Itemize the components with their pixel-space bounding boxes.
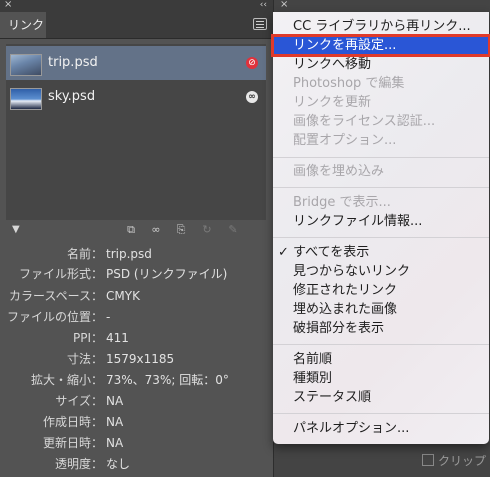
menu-item-show-damaged[interactable]: 破損部分を表示 bbox=[273, 319, 489, 338]
menu-item-edit-in-photoshop[interactable]: Photoshop で編集 bbox=[273, 74, 489, 93]
info-label: PPI： bbox=[72, 331, 103, 345]
menu-item-sort-by-name[interactable]: 名前順 bbox=[273, 350, 489, 369]
menu-item-embed-image[interactable]: 画像を埋め込み bbox=[273, 162, 489, 181]
info-row: 更新日時： NA bbox=[0, 433, 273, 453]
menu-item-reveal-in-bridge[interactable]: Bridge で表示... bbox=[273, 193, 489, 212]
panel-title-strip: × ‹‹ bbox=[0, 0, 273, 12]
relink-cc-library-icon[interactable]: ⧉ bbox=[124, 223, 138, 237]
menu-item-go-to-link[interactable]: リンクへ移動 bbox=[273, 55, 489, 74]
menu-item-relink-cc-library[interactable]: CC ライブラリから再リンク... bbox=[273, 17, 489, 36]
info-value: NA bbox=[106, 436, 124, 450]
info-label: 更新日時： bbox=[42, 436, 103, 450]
link-file-list: trip.psd ⊘ sky.psd ∞ bbox=[6, 44, 266, 220]
menu-separator bbox=[273, 344, 489, 345]
menu-item-update-link[interactable]: リンクを更新 bbox=[273, 93, 489, 112]
link-row-trip[interactable]: trip.psd ⊘ bbox=[6, 46, 266, 80]
info-row: ファイル形式： PSD (リンクファイル) bbox=[0, 264, 273, 284]
info-row: 作成日時： NA bbox=[0, 412, 273, 432]
info-row: サイズ： NA bbox=[0, 391, 273, 411]
tab-bar: リンク bbox=[0, 12, 273, 39]
info-value: NA bbox=[106, 394, 124, 408]
info-value: 73%、73%; 回転：0° bbox=[106, 373, 229, 387]
close-panel-icon[interactable]: × bbox=[4, 0, 12, 11]
tab-links[interactable]: リンク bbox=[0, 12, 46, 38]
info-label: カラースペース： bbox=[9, 289, 103, 303]
menu-item-panel-options[interactable]: パネルオプション... bbox=[273, 419, 489, 438]
menu-separator bbox=[273, 187, 489, 188]
clip-label: クリップ bbox=[438, 454, 487, 468]
menu-separator bbox=[273, 413, 489, 414]
checkmark-icon: ✓ bbox=[278, 245, 289, 260]
info-value: trip.psd bbox=[106, 247, 152, 261]
info-row: ファイルの位置： - bbox=[0, 307, 273, 327]
menu-item-placement-options[interactable]: 配置オプション... bbox=[273, 131, 489, 150]
info-row: カラースペース： CMYK bbox=[0, 286, 273, 306]
info-value: PSD (リンクファイル) bbox=[106, 267, 228, 281]
clip-checkbox[interactable] bbox=[422, 454, 434, 466]
go-to-link-icon[interactable]: ⎘ bbox=[174, 223, 188, 237]
info-value: CMYK bbox=[106, 289, 140, 303]
info-label: サイズ： bbox=[55, 394, 103, 408]
info-label: ファイル形式： bbox=[18, 267, 103, 281]
clip-option[interactable]: クリップ bbox=[422, 452, 486, 469]
info-row: 名前： trip.psd bbox=[0, 244, 273, 264]
relink-icon[interactable]: ∞ bbox=[149, 223, 163, 237]
menu-item-modified-links[interactable]: 修正されたリンク bbox=[273, 281, 489, 300]
link-filename: trip.psd bbox=[48, 55, 98, 70]
info-label: 作成日時： bbox=[42, 415, 103, 429]
menu-item-missing-links[interactable]: 見つからないリンク bbox=[273, 262, 489, 281]
link-row-sky[interactable]: sky.psd ∞ bbox=[6, 80, 266, 114]
info-row: 拡大・縮小： 73%、73%; 回転：0° bbox=[0, 370, 273, 390]
thumbnail-image bbox=[10, 88, 42, 110]
disclosure-triangle-icon[interactable]: ▼ bbox=[12, 224, 20, 235]
info-label: ファイルの位置： bbox=[6, 310, 103, 324]
info-value: NA bbox=[106, 415, 124, 429]
info-label: 寸法： bbox=[66, 352, 103, 366]
info-row: 透明度： なし bbox=[0, 454, 273, 474]
panel-menu-button[interactable] bbox=[253, 18, 267, 30]
edit-original-icon[interactable]: ✎ bbox=[226, 223, 240, 237]
info-label: 拡大・縮小： bbox=[30, 373, 103, 387]
collapse-panel-icon[interactable]: ‹‹ bbox=[260, 0, 267, 11]
info-value: 411 bbox=[106, 331, 129, 345]
menu-item-sort-by-type[interactable]: 種類別 bbox=[273, 369, 489, 388]
info-row: PPI： 411 bbox=[0, 328, 273, 348]
update-link-icon[interactable]: ↻ bbox=[200, 223, 214, 237]
menu-item-embedded-images[interactable]: 埋め込まれた画像 bbox=[273, 300, 489, 319]
missing-link-icon[interactable]: ⊘ bbox=[246, 57, 258, 69]
info-value: - bbox=[106, 310, 111, 324]
menu-item-show-all[interactable]: ✓ すべてを表示 bbox=[273, 243, 489, 262]
panel-flyout-menu: CC ライブラリから再リンク... リンクを再設定... リンクへ移動 Phot… bbox=[271, 12, 490, 444]
info-value: なし bbox=[106, 457, 131, 471]
link-icon[interactable]: ∞ bbox=[246, 91, 258, 103]
menu-separator bbox=[273, 237, 489, 238]
menu-item-sort-by-status[interactable]: ステータス順 bbox=[273, 388, 489, 407]
info-label: 透明度： bbox=[54, 457, 103, 471]
links-toolbar: ▼ ⧉ ∞ ⎘ ↻ ✎ bbox=[0, 222, 273, 240]
info-value: 1579x1185 bbox=[106, 352, 175, 366]
menu-item-link-file-info[interactable]: リンクファイル情報... bbox=[273, 212, 489, 231]
menu-item-relink[interactable]: リンクを再設定... bbox=[271, 34, 490, 57]
link-filename: sky.psd bbox=[48, 89, 96, 104]
links-panel: × ‹‹ リンク trip.psd ⊘ sky.psd ∞ ▼ ⧉ ∞ ⎘ ↻ … bbox=[0, 0, 273, 477]
thumbnail-image bbox=[10, 54, 42, 76]
close-panel-icon[interactable]: × bbox=[280, 0, 288, 10]
info-label: 名前： bbox=[66, 247, 103, 261]
menu-separator bbox=[273, 157, 489, 158]
info-row: 寸法： 1579x1185 bbox=[0, 349, 273, 369]
menu-item-license-image[interactable]: 画像をライセンス認証... bbox=[273, 112, 489, 131]
menu-item-label: すべてを表示 bbox=[293, 245, 370, 260]
